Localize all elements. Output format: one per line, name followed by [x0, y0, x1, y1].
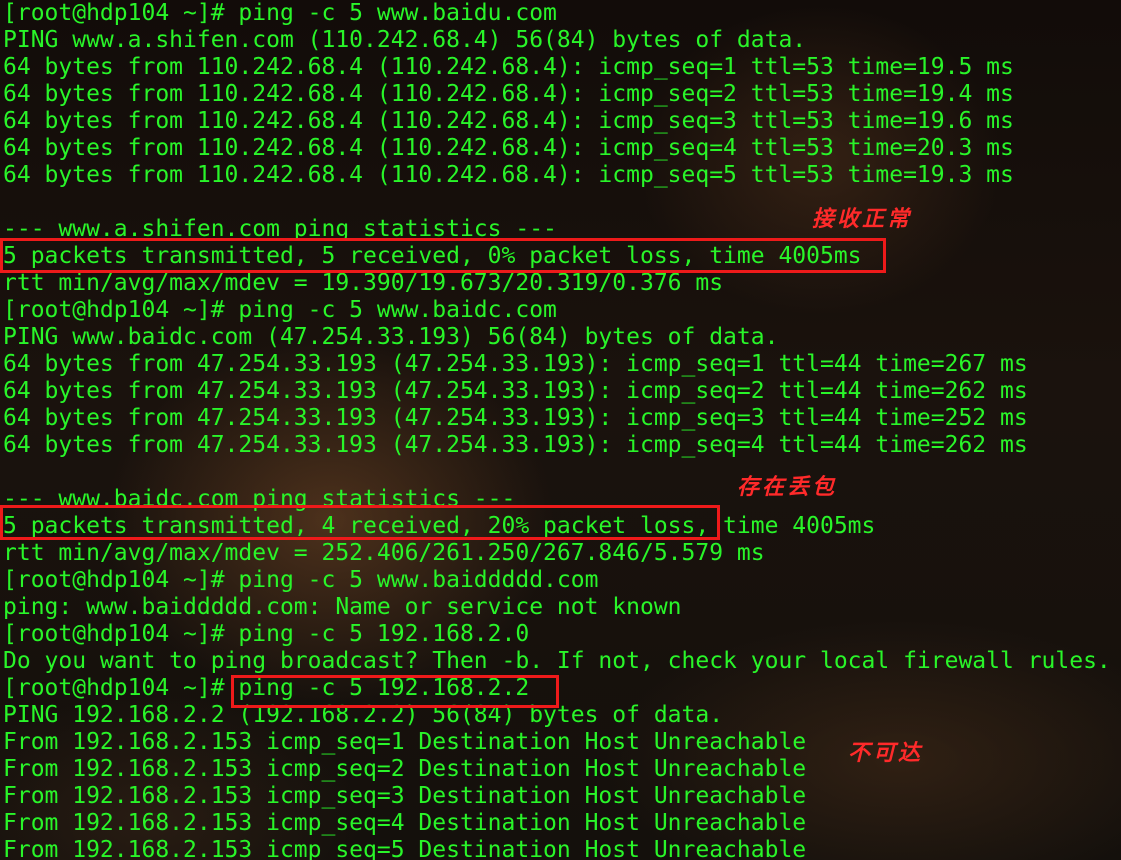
statistics-header-line: --- www.baidc.com ping statistics ---: [3, 486, 516, 512]
command-prompt-line: [root@hdp104 ~]# ping -c 5 192.168.2.2: [3, 675, 530, 701]
unreachable-line: From 192.168.2.153 icmp_seq=2 Destinatio…: [3, 756, 807, 782]
ping-reply-line: 64 bytes from 47.254.33.193 (47.254.33.1…: [3, 351, 1028, 377]
statistics-summary-line: 5 packets transmitted, 4 received, 20% p…: [3, 513, 876, 539]
command-prompt-line: [root@hdp104 ~]# ping -c 5 www.baidc.com: [3, 297, 557, 323]
ping-reply-line: 64 bytes from 110.242.68.4 (110.242.68.4…: [3, 108, 1014, 134]
unreachable-line: From 192.168.2.153 icmp_seq=3 Destinatio…: [3, 783, 807, 809]
ping-reply-line: 64 bytes from 110.242.68.4 (110.242.68.4…: [3, 54, 1014, 80]
command-prompt-line: [root@hdp104 ~]# ping -c 5 www.baiddddd.…: [3, 567, 599, 593]
ping-reply-line: 64 bytes from 110.242.68.4 (110.242.68.4…: [3, 162, 1014, 188]
warning-line: Do you want to ping broadcast? Then -b. …: [3, 648, 1111, 674]
ping-reply-line: 64 bytes from 110.242.68.4 (110.242.68.4…: [3, 135, 1014, 161]
command-prompt-line: [root@hdp104 ~]# ping -c 5 www.baidu.com: [3, 0, 557, 26]
error-line: ping: www.baiddddd.com: Name or service …: [3, 594, 682, 620]
ping-reply-line: 64 bytes from 110.242.68.4 (110.242.68.4…: [3, 81, 1014, 107]
ping-header-line: PING www.baidc.com (47.254.33.193) 56(84…: [3, 324, 779, 350]
annotation-unreachable: 不可达: [848, 740, 924, 766]
terminal-output: [root@hdp104 ~]# ping -c 5 www.baidu.com…: [3, 0, 1111, 860]
rtt-line: rtt min/avg/max/mdev = 19.390/19.673/20.…: [3, 270, 724, 296]
unreachable-line: From 192.168.2.153 icmp_seq=1 Destinatio…: [3, 729, 807, 755]
terminal-window[interactable]: [root@hdp104 ~]# ping -c 5 www.baidu.com…: [0, 0, 1121, 860]
ping-header-line: PING 192.168.2.2 (192.168.2.2) 56(84) by…: [3, 702, 724, 728]
unreachable-line: From 192.168.2.153 icmp_seq=5 Destinatio…: [3, 837, 807, 860]
unreachable-line: From 192.168.2.153 icmp_seq=4 Destinatio…: [3, 810, 807, 836]
ping-reply-line: 64 bytes from 47.254.33.193 (47.254.33.1…: [3, 405, 1028, 431]
annotation-packet-loss: 存在丢包: [737, 474, 838, 500]
annotation-received-ok: 接收正常: [812, 206, 913, 232]
ping-reply-line: 64 bytes from 47.254.33.193 (47.254.33.1…: [3, 432, 1028, 458]
ping-header-line: PING www.a.shifen.com (110.242.68.4) 56(…: [3, 27, 807, 53]
command-prompt-line: [root@hdp104 ~]# ping -c 5 192.168.2.0: [3, 621, 530, 647]
statistics-header-line: --- www.a.shifen.com ping statistics ---: [3, 216, 557, 242]
rtt-line: rtt min/avg/max/mdev = 252.406/261.250/2…: [3, 540, 765, 566]
statistics-summary-line: 5 packets transmitted, 5 received, 0% pa…: [3, 243, 862, 269]
ping-reply-line: 64 bytes from 47.254.33.193 (47.254.33.1…: [3, 378, 1028, 404]
